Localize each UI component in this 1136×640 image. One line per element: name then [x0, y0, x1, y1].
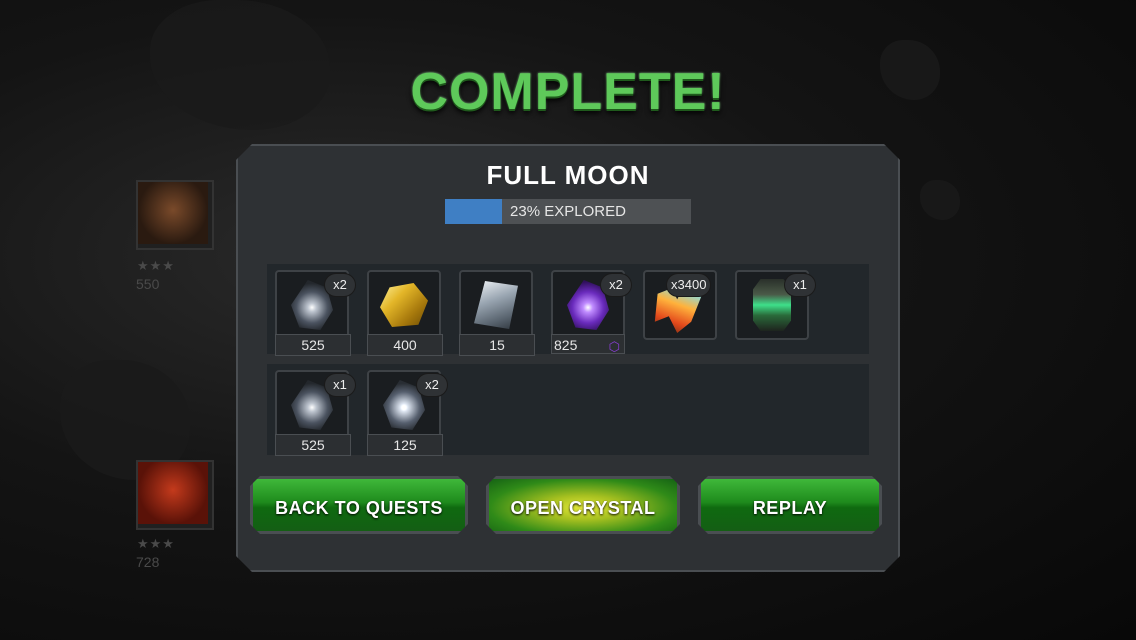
- purple-crystal-icon: x2: [551, 270, 631, 340]
- champion-portrait: [136, 180, 214, 250]
- silver-shard-icon: [459, 270, 533, 340]
- premium-hero-crystal-icon: x1: [275, 370, 355, 440]
- quantity-badge: x2: [601, 274, 631, 296]
- back-to-quests-button[interactable]: BACK TO QUESTS: [250, 476, 468, 534]
- rewards-panel: FULL MOON 23% EXPLORED x2 525 400 15 x2 …: [236, 144, 900, 572]
- quantity-badge: x2: [325, 274, 355, 296]
- hero-crystal-icon: x2: [367, 370, 447, 440]
- reward-value: 15: [459, 334, 535, 356]
- reward-item[interactable]: x1 525: [275, 370, 355, 456]
- catalyst-icon: x1: [735, 270, 815, 340]
- quantity-badge: x3400: [667, 274, 711, 296]
- reward-item[interactable]: 400: [367, 270, 443, 356]
- quantity-badge: x1: [785, 274, 815, 296]
- reward-value: 825: [554, 337, 578, 353]
- reward-row: x1 525 x2 125: [267, 364, 869, 456]
- reward-item[interactable]: x3400: [643, 270, 717, 340]
- champion-rating: 728: [136, 554, 160, 570]
- asteroid-rock: [920, 180, 960, 220]
- champion-stars: ★★★: [137, 536, 175, 551]
- crystal-shards-icon: x3400: [643, 270, 717, 340]
- reward-value: 525: [275, 434, 351, 456]
- quest-name: FULL MOON: [486, 160, 650, 190]
- reward-item[interactable]: x2 525: [275, 270, 355, 356]
- gem-icon: ⬡: [608, 339, 620, 354]
- replay-button[interactable]: REPLAY: [698, 476, 882, 534]
- quantity-badge: x1: [325, 374, 355, 396]
- champion-stars: ★★★: [137, 258, 175, 273]
- reward-item[interactable]: 15: [459, 270, 535, 356]
- reward-value: 525: [275, 334, 351, 356]
- reward-row: x2 525 400 15 x2 825 ⬡ x3400 x1: [267, 264, 869, 356]
- gold-icon: [367, 270, 441, 340]
- reward-value-container: 825 ⬡: [551, 334, 625, 354]
- exploration-progress-bar: 23% EXPLORED: [445, 199, 691, 224]
- premium-hero-crystal-icon: x2: [275, 270, 355, 340]
- reward-item[interactable]: x2 125: [367, 370, 447, 456]
- progress-label: 23% EXPLORED: [510, 203, 626, 220]
- open-crystal-button[interactable]: OPEN CRYSTAL: [486, 476, 680, 534]
- reward-item[interactable]: x1: [735, 270, 815, 340]
- complete-title: COMPLETE!: [410, 63, 726, 121]
- quantity-badge: x2: [417, 374, 447, 396]
- champion-portrait: [136, 460, 214, 530]
- reward-value: 400: [367, 334, 443, 356]
- reward-value: 125: [367, 434, 443, 456]
- reward-item[interactable]: x2 825 ⬡: [551, 270, 631, 354]
- champion-rating: 550: [136, 276, 160, 292]
